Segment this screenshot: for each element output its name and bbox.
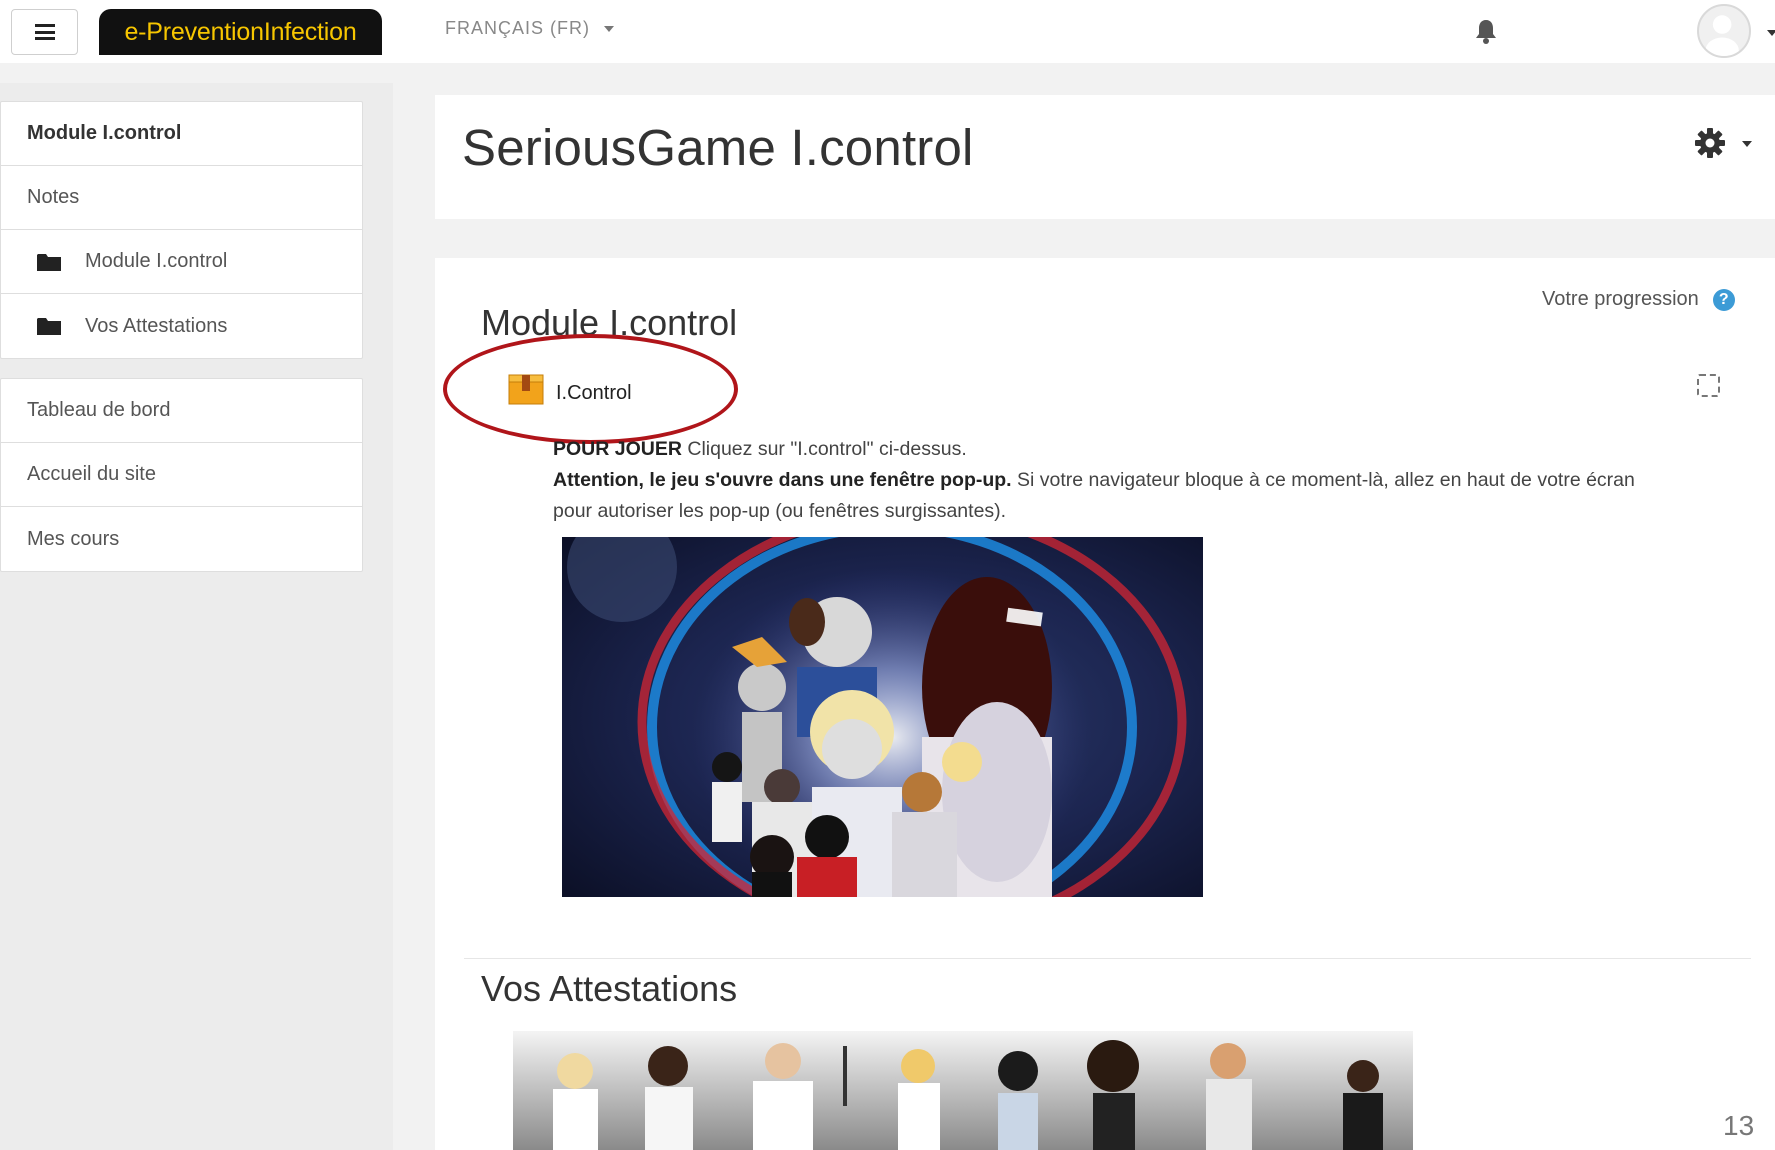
sidebar-item-dashboard[interactable]: Tableau de bord	[1, 379, 362, 443]
page-title: SeriousGame I.control	[462, 119, 974, 176]
package-icon	[508, 374, 544, 405]
user-silhouette-icon	[1705, 15, 1739, 56]
gear-icon[interactable]	[1694, 127, 1726, 159]
course-navigation: Module I.control Notes Module I.control …	[0, 101, 363, 359]
description-bold: Attention, le jeu s'ouvre dans une fenêt…	[553, 469, 1012, 491]
page-header: SeriousGame I.control	[435, 95, 1775, 219]
game-illustration-image	[562, 537, 1203, 897]
notification-bell-icon[interactable]	[1474, 18, 1498, 44]
chevron-down-icon	[604, 25, 614, 32]
course-content: Votre progression ? Module I.control I.C…	[435, 258, 1775, 1150]
slide-page-number: 13	[1723, 1110, 1755, 1141]
description-line: Attention, le jeu s'ouvre dans une fenêt…	[553, 465, 1673, 527]
section-title-attestations: Vos Attestations	[481, 968, 738, 1009]
sidebar-item-my-courses[interactable]: Mes cours	[1, 507, 362, 571]
progress-label: Votre progression	[1542, 288, 1699, 310]
settings-chevron-icon[interactable]	[1742, 141, 1752, 147]
activity-description: POUR JOUER Cliquez sur "I.control" ci-de…	[553, 434, 1673, 527]
sidebar-item-label: Vos Attestations	[85, 314, 228, 337]
user-avatar[interactable]	[1697, 4, 1751, 58]
section-divider	[464, 958, 1751, 959]
description-bold: POUR JOUER	[553, 438, 682, 460]
user-menu-chevron-icon[interactable]	[1767, 30, 1775, 36]
hamburger-menu-button[interactable]	[11, 9, 78, 55]
folder-icon	[37, 253, 61, 271]
sidebar-item-notes[interactable]: Notes	[1, 166, 362, 230]
sidebar-item-label: Mes cours	[27, 527, 120, 550]
top-navbar: e-PreventionInfection FRANÇAIS (FR)	[0, 0, 1775, 63]
sidebar-item-label: Tableau de bord	[27, 399, 171, 421]
sidebar-item-section-attestations[interactable]: Vos Attestations	[1, 294, 362, 358]
description-line: POUR JOUER Cliquez sur "I.control" ci-de…	[553, 434, 1673, 465]
sidebar-item-label: Notes	[27, 186, 80, 208]
sidebar-item-label: Module I.control	[85, 250, 228, 272]
description-text: Cliquez sur "I.control" ci-dessus.	[681, 438, 967, 460]
sidebar-item-module-icontrol[interactable]: Module I.control	[1, 102, 362, 166]
activity-icontrol[interactable]: I.Control	[508, 373, 632, 405]
sidebar-item-label: Module I.control	[27, 122, 182, 144]
site-navigation: Tableau de bord Accueil du site Mes cour…	[0, 378, 363, 572]
completion-checkbox[interactable]	[1697, 374, 1720, 397]
folder-icon	[37, 318, 61, 335]
site-brand-link[interactable]: e-PreventionInfection	[99, 9, 382, 55]
sidebar-item-site-home[interactable]: Accueil du site	[1, 443, 362, 507]
progress-indicator: Votre progression ?	[1542, 288, 1735, 311]
sidebar-item-section-module[interactable]: Module I.control	[1, 230, 362, 294]
activity-link[interactable]: I.Control	[556, 382, 632, 405]
help-icon[interactable]: ?	[1712, 288, 1735, 311]
attestations-banner-image	[513, 1031, 1413, 1150]
hamburger-icon	[34, 24, 55, 40]
language-label: FRANÇAIS (FR)	[445, 18, 590, 38]
language-selector[interactable]: FRANÇAIS (FR)	[445, 18, 614, 39]
sidebar-item-label: Accueil du site	[27, 463, 156, 485]
